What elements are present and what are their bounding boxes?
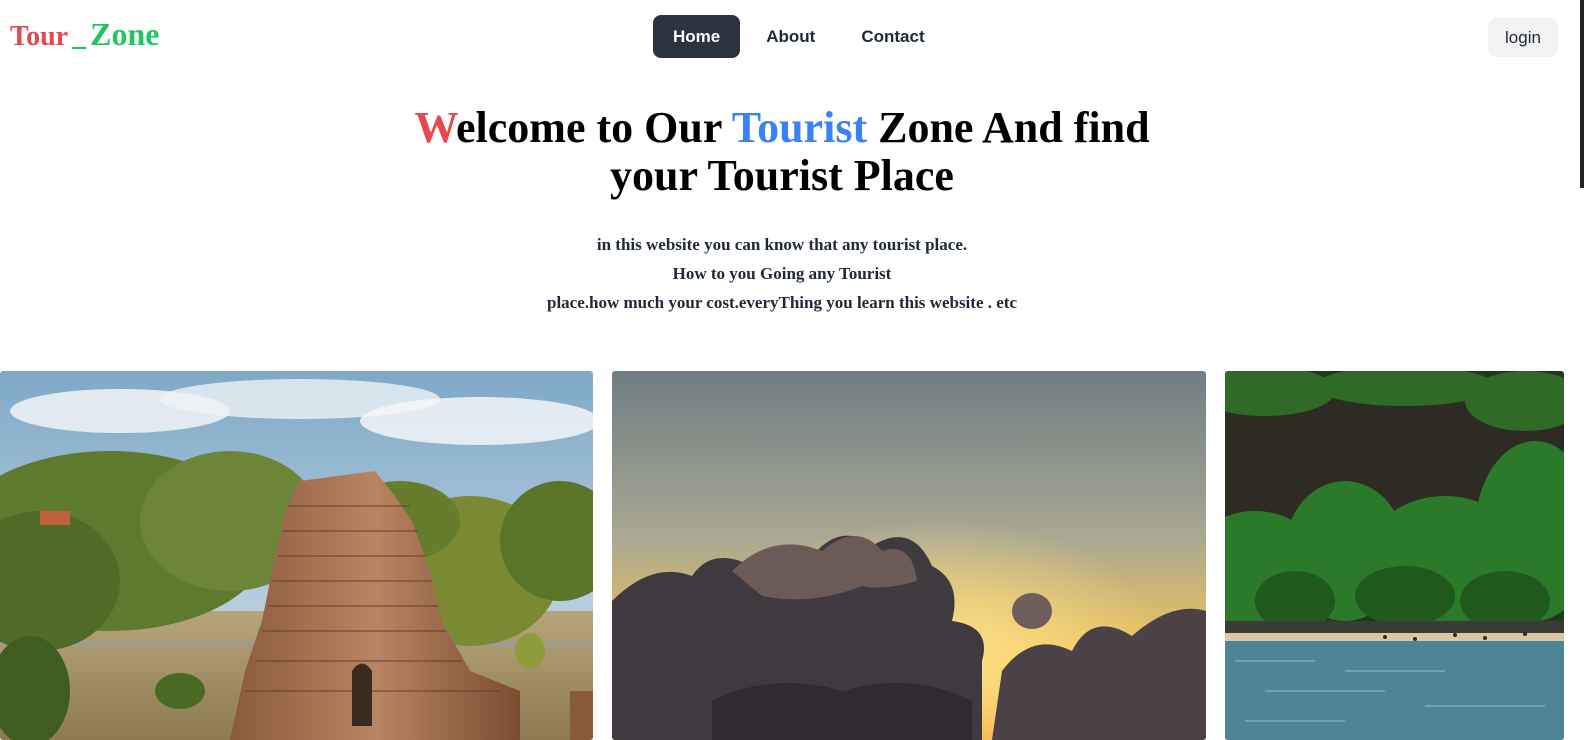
hero-sub-line1: in this website you can know that any to… [596, 235, 968, 254]
scrollbar-thumb[interactable] [1580, 0, 1584, 188]
nav-contact[interactable]: Contact [841, 15, 944, 58]
hero-title-part2: Zone And find [867, 103, 1150, 152]
hero-title-line2: your Tourist Place [610, 151, 954, 200]
gallery-image-beach[interactable] [1225, 371, 1564, 740]
site-logo[interactable]: Tour _ Zone [10, 12, 159, 59]
nav-about[interactable]: About [746, 15, 835, 58]
logo-part-tour: Tour [10, 21, 69, 52]
hero-title-first-letter: W [414, 103, 457, 152]
hero-title: Welcome to Our Tourist Zone And find you… [0, 104, 1564, 200]
gallery-image-sunset[interactable] [612, 371, 1206, 740]
logo-part-zone: Zone [90, 16, 160, 52]
gallery-image-temple[interactable] [0, 371, 593, 740]
nav-home[interactable]: Home [653, 15, 741, 58]
hero-title-part1: elcome to Our [456, 103, 732, 152]
hero-subtitle: in this website you can know that any to… [0, 230, 1564, 317]
sunset-image [612, 371, 1206, 740]
hero-sub-line2: How to you Going any Tourist [672, 264, 892, 283]
beach-image [1225, 371, 1564, 740]
logo-separator: _ [72, 21, 87, 52]
login-button[interactable]: login [1488, 18, 1558, 57]
hero-title-accent: Tourist [731, 103, 868, 152]
gallery [0, 371, 1584, 740]
hero-sub-line3: place.how much your cost.everyThing you … [547, 293, 1017, 312]
temple-image [0, 371, 593, 740]
main-nav: Home About Contact [653, 15, 951, 58]
